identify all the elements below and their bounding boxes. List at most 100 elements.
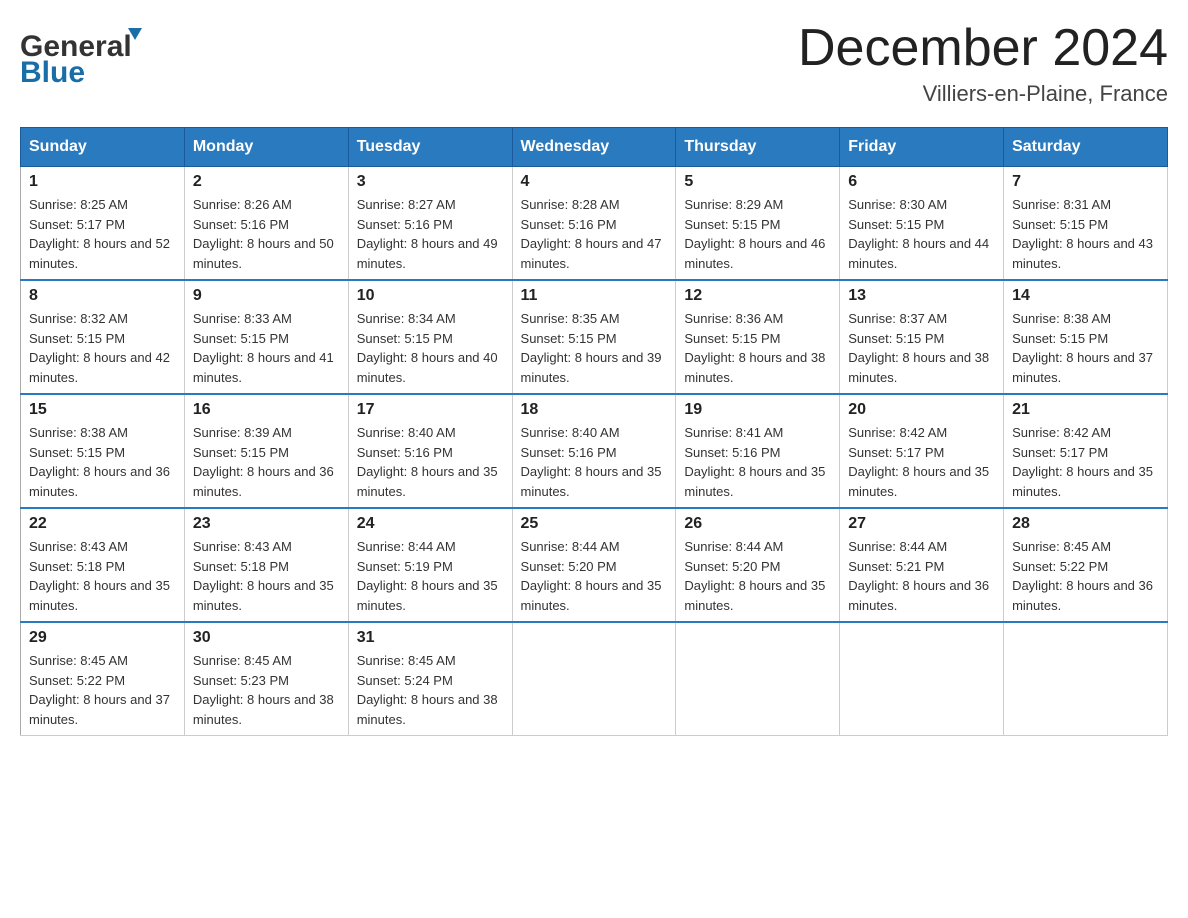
logo-svg: General Blue: [20, 20, 150, 85]
day-number: 10: [357, 287, 504, 305]
day-cell-3: 3 Sunrise: 8:27 AMSunset: 5:16 PMDayligh…: [348, 167, 512, 281]
week-row-3: 15 Sunrise: 8:38 AMSunset: 5:15 PMDaylig…: [21, 394, 1168, 508]
day-info: Sunrise: 8:35 AMSunset: 5:15 PMDaylight:…: [521, 311, 662, 385]
week-row-2: 8 Sunrise: 8:32 AMSunset: 5:15 PMDayligh…: [21, 280, 1168, 394]
day-cell-26: 26 Sunrise: 8:44 AMSunset: 5:20 PMDaylig…: [676, 508, 840, 622]
day-cell-31: 31 Sunrise: 8:45 AMSunset: 5:24 PMDaylig…: [348, 622, 512, 736]
day-number: 5: [684, 173, 831, 191]
day-info: Sunrise: 8:37 AMSunset: 5:15 PMDaylight:…: [848, 311, 989, 385]
weekday-header-thursday: Thursday: [676, 128, 840, 167]
day-number: 19: [684, 401, 831, 419]
day-number: 14: [1012, 287, 1159, 305]
empty-cell: [676, 622, 840, 736]
day-number: 24: [357, 515, 504, 533]
day-number: 2: [193, 173, 340, 191]
day-info: Sunrise: 8:45 AMSunset: 5:23 PMDaylight:…: [193, 653, 334, 727]
day-cell-4: 4 Sunrise: 8:28 AMSunset: 5:16 PMDayligh…: [512, 167, 676, 281]
day-cell-17: 17 Sunrise: 8:40 AMSunset: 5:16 PMDaylig…: [348, 394, 512, 508]
week-row-4: 22 Sunrise: 8:43 AMSunset: 5:18 PMDaylig…: [21, 508, 1168, 622]
day-number: 21: [1012, 401, 1159, 419]
svg-text:Blue: Blue: [20, 56, 85, 85]
day-number: 11: [521, 287, 668, 305]
day-cell-24: 24 Sunrise: 8:44 AMSunset: 5:19 PMDaylig…: [348, 508, 512, 622]
day-number: 15: [29, 401, 176, 419]
day-cell-8: 8 Sunrise: 8:32 AMSunset: 5:15 PMDayligh…: [21, 280, 185, 394]
day-info: Sunrise: 8:38 AMSunset: 5:15 PMDaylight:…: [29, 425, 170, 499]
day-cell-7: 7 Sunrise: 8:31 AMSunset: 5:15 PMDayligh…: [1004, 167, 1168, 281]
day-info: Sunrise: 8:40 AMSunset: 5:16 PMDaylight:…: [521, 425, 662, 499]
day-cell-12: 12 Sunrise: 8:36 AMSunset: 5:15 PMDaylig…: [676, 280, 840, 394]
day-number: 4: [521, 173, 668, 191]
day-number: 22: [29, 515, 176, 533]
day-info: Sunrise: 8:39 AMSunset: 5:15 PMDaylight:…: [193, 425, 334, 499]
day-cell-28: 28 Sunrise: 8:45 AMSunset: 5:22 PMDaylig…: [1004, 508, 1168, 622]
day-info: Sunrise: 8:42 AMSunset: 5:17 PMDaylight:…: [1012, 425, 1153, 499]
day-cell-30: 30 Sunrise: 8:45 AMSunset: 5:23 PMDaylig…: [184, 622, 348, 736]
day-info: Sunrise: 8:45 AMSunset: 5:22 PMDaylight:…: [29, 653, 170, 727]
day-cell-21: 21 Sunrise: 8:42 AMSunset: 5:17 PMDaylig…: [1004, 394, 1168, 508]
day-cell-16: 16 Sunrise: 8:39 AMSunset: 5:15 PMDaylig…: [184, 394, 348, 508]
day-info: Sunrise: 8:28 AMSunset: 5:16 PMDaylight:…: [521, 197, 662, 271]
day-number: 16: [193, 401, 340, 419]
weekday-header-saturday: Saturday: [1004, 128, 1168, 167]
day-cell-20: 20 Sunrise: 8:42 AMSunset: 5:17 PMDaylig…: [840, 394, 1004, 508]
day-cell-19: 19 Sunrise: 8:41 AMSunset: 5:16 PMDaylig…: [676, 394, 840, 508]
day-info: Sunrise: 8:36 AMSunset: 5:15 PMDaylight:…: [684, 311, 825, 385]
location-title: Villiers-en-Plaine, France: [798, 81, 1168, 107]
day-number: 1: [29, 173, 176, 191]
week-row-1: 1 Sunrise: 8:25 AMSunset: 5:17 PMDayligh…: [21, 167, 1168, 281]
weekday-header-wednesday: Wednesday: [512, 128, 676, 167]
empty-cell: [840, 622, 1004, 736]
day-cell-18: 18 Sunrise: 8:40 AMSunset: 5:16 PMDaylig…: [512, 394, 676, 508]
day-number: 12: [684, 287, 831, 305]
day-number: 30: [193, 629, 340, 647]
day-cell-25: 25 Sunrise: 8:44 AMSunset: 5:20 PMDaylig…: [512, 508, 676, 622]
day-info: Sunrise: 8:44 AMSunset: 5:21 PMDaylight:…: [848, 539, 989, 613]
day-info: Sunrise: 8:43 AMSunset: 5:18 PMDaylight:…: [193, 539, 334, 613]
day-cell-5: 5 Sunrise: 8:29 AMSunset: 5:15 PMDayligh…: [676, 167, 840, 281]
day-number: 8: [29, 287, 176, 305]
day-number: 3: [357, 173, 504, 191]
day-info: Sunrise: 8:31 AMSunset: 5:15 PMDaylight:…: [1012, 197, 1153, 271]
day-cell-23: 23 Sunrise: 8:43 AMSunset: 5:18 PMDaylig…: [184, 508, 348, 622]
weekday-header-tuesday: Tuesday: [348, 128, 512, 167]
day-number: 9: [193, 287, 340, 305]
day-info: Sunrise: 8:42 AMSunset: 5:17 PMDaylight:…: [848, 425, 989, 499]
empty-cell: [512, 622, 676, 736]
day-cell-22: 22 Sunrise: 8:43 AMSunset: 5:18 PMDaylig…: [21, 508, 185, 622]
day-info: Sunrise: 8:41 AMSunset: 5:16 PMDaylight:…: [684, 425, 825, 499]
day-number: 23: [193, 515, 340, 533]
week-row-5: 29 Sunrise: 8:45 AMSunset: 5:22 PMDaylig…: [21, 622, 1168, 736]
day-number: 31: [357, 629, 504, 647]
day-number: 26: [684, 515, 831, 533]
day-number: 17: [357, 401, 504, 419]
day-cell-15: 15 Sunrise: 8:38 AMSunset: 5:15 PMDaylig…: [21, 394, 185, 508]
day-info: Sunrise: 8:25 AMSunset: 5:17 PMDaylight:…: [29, 197, 170, 271]
page-header: General Blue December 2024 Villiers-en-P…: [20, 20, 1168, 107]
day-info: Sunrise: 8:30 AMSunset: 5:15 PMDaylight:…: [848, 197, 989, 271]
day-cell-29: 29 Sunrise: 8:45 AMSunset: 5:22 PMDaylig…: [21, 622, 185, 736]
day-info: Sunrise: 8:43 AMSunset: 5:18 PMDaylight:…: [29, 539, 170, 613]
day-cell-14: 14 Sunrise: 8:38 AMSunset: 5:15 PMDaylig…: [1004, 280, 1168, 394]
title-block: December 2024 Villiers-en-Plaine, France: [798, 20, 1168, 107]
day-number: 29: [29, 629, 176, 647]
day-info: Sunrise: 8:33 AMSunset: 5:15 PMDaylight:…: [193, 311, 334, 385]
day-cell-6: 6 Sunrise: 8:30 AMSunset: 5:15 PMDayligh…: [840, 167, 1004, 281]
month-year-title: December 2024: [798, 20, 1168, 77]
weekday-header-sunday: Sunday: [21, 128, 185, 167]
weekday-header-row: SundayMondayTuesdayWednesdayThursdayFrid…: [21, 128, 1168, 167]
day-cell-10: 10 Sunrise: 8:34 AMSunset: 5:15 PMDaylig…: [348, 280, 512, 394]
day-info: Sunrise: 8:44 AMSunset: 5:19 PMDaylight:…: [357, 539, 498, 613]
day-info: Sunrise: 8:40 AMSunset: 5:16 PMDaylight:…: [357, 425, 498, 499]
day-number: 27: [848, 515, 995, 533]
day-cell-11: 11 Sunrise: 8:35 AMSunset: 5:15 PMDaylig…: [512, 280, 676, 394]
day-info: Sunrise: 8:45 AMSunset: 5:24 PMDaylight:…: [357, 653, 498, 727]
day-info: Sunrise: 8:27 AMSunset: 5:16 PMDaylight:…: [357, 197, 498, 271]
day-info: Sunrise: 8:45 AMSunset: 5:22 PMDaylight:…: [1012, 539, 1153, 613]
day-cell-2: 2 Sunrise: 8:26 AMSunset: 5:16 PMDayligh…: [184, 167, 348, 281]
day-cell-9: 9 Sunrise: 8:33 AMSunset: 5:15 PMDayligh…: [184, 280, 348, 394]
day-number: 13: [848, 287, 995, 305]
day-info: Sunrise: 8:44 AMSunset: 5:20 PMDaylight:…: [521, 539, 662, 613]
logo: General Blue: [20, 20, 150, 85]
day-info: Sunrise: 8:26 AMSunset: 5:16 PMDaylight:…: [193, 197, 334, 271]
